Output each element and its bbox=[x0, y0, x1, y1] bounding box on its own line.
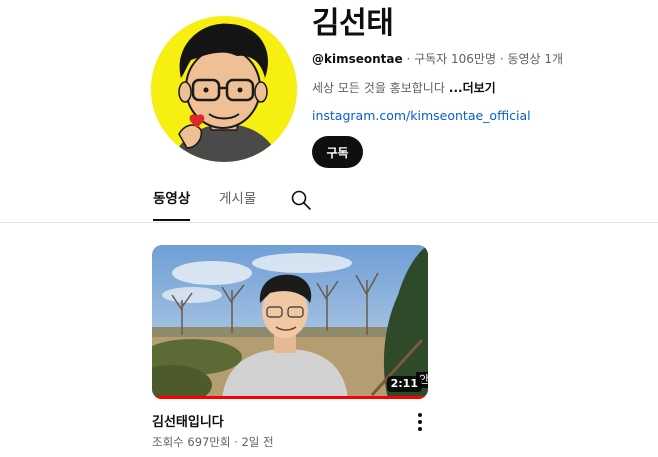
video-title[interactable]: 김선태입니다 bbox=[152, 411, 224, 430]
thumbnail-image bbox=[152, 245, 428, 399]
subscriber-count: 구독자 106만명 bbox=[414, 52, 497, 66]
meta-separator: · bbox=[402, 52, 415, 66]
description-text: 세상 모든 것을 홍보합니다 bbox=[312, 81, 445, 95]
video-thumbnail[interactable]: 안녕하세요 2:11 bbox=[152, 245, 428, 399]
video-count: 동영상 1개 bbox=[507, 52, 564, 66]
more-vert-icon[interactable] bbox=[413, 412, 427, 432]
channel-handle: @kimseontae bbox=[312, 52, 403, 66]
meta-separator: · bbox=[496, 52, 508, 66]
channel-meta: @kimseontae · 구독자 106만명 · 동영상 1개 bbox=[312, 50, 563, 67]
more-button[interactable]: ...더보기 bbox=[449, 81, 496, 95]
channel-name: 김선태 bbox=[312, 6, 394, 41]
channel-description: 세상 모든 것을 홍보합니다 ...더보기 bbox=[312, 79, 496, 96]
subscribe-button[interactable]: 구독 bbox=[312, 136, 363, 168]
video-stats: 조회수 697만회 · 2일 전 bbox=[152, 435, 274, 449]
channel-tabs: 동영상 게시물 bbox=[0, 178, 658, 223]
search-icon[interactable] bbox=[290, 189, 312, 211]
video-duration: 2:11 bbox=[386, 376, 422, 392]
avatar-illustration bbox=[151, 16, 297, 162]
tab-posts[interactable]: 게시물 bbox=[219, 190, 256, 221]
tab-videos[interactable]: 동영상 bbox=[153, 190, 191, 221]
channel-avatar[interactable] bbox=[151, 16, 297, 162]
watch-progress-bar bbox=[152, 396, 428, 399]
channel-link[interactable]: instagram.com/kimseontae_official bbox=[312, 108, 531, 123]
